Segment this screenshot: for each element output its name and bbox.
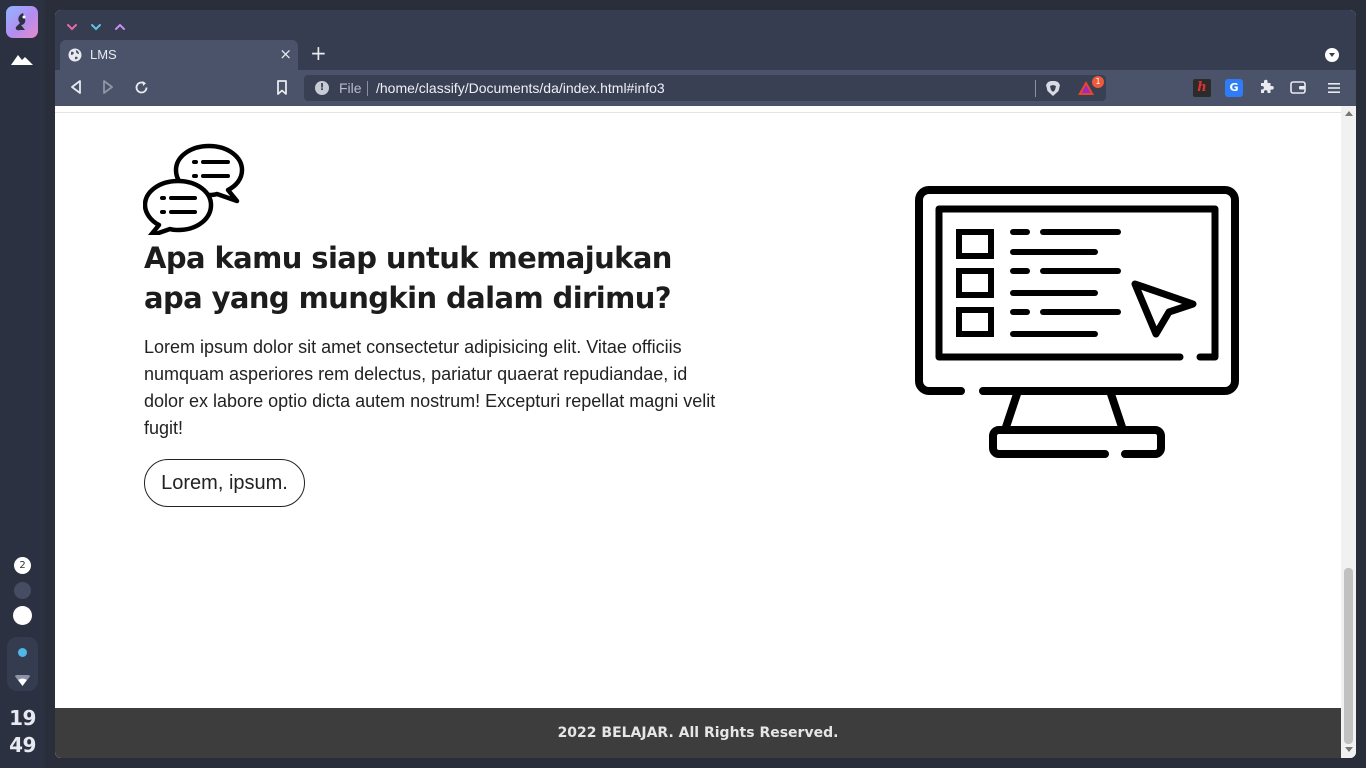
workspace-2-indicator[interactable]: 2: [14, 557, 31, 574]
maximize-icon[interactable]: [90, 19, 102, 37]
info-icon[interactable]: !: [315, 81, 329, 95]
extensions-icon[interactable]: [1258, 79, 1274, 100]
forward-icon[interactable]: [102, 80, 114, 99]
scroll-down-arrow[interactable]: [1345, 747, 1353, 752]
chat-bubbles-icon: [142, 143, 245, 240]
url-scheme-label: File: [339, 80, 362, 96]
menu-icon[interactable]: [1328, 81, 1340, 99]
bookmark-icon[interactable]: [276, 80, 288, 100]
workspace-indicator[interactable]: [14, 582, 31, 599]
title-bar: LMS × +: [55, 10, 1356, 70]
new-tab-button[interactable]: +: [310, 43, 327, 63]
monitor-illustration: [915, 186, 1239, 466]
reload-icon[interactable]: [134, 80, 149, 100]
url-separator: [367, 81, 368, 96]
tab-lms[interactable]: LMS ×: [60, 40, 298, 70]
address-bar[interactable]: ! File /home/classify/Documents/da/index…: [304, 75, 1106, 101]
wallet-icon[interactable]: [1290, 80, 1306, 100]
navigation-toolbar: ! File /home/classify/Documents/da/index…: [55, 70, 1356, 106]
minimize-icon[interactable]: [66, 19, 78, 37]
wifi-icon[interactable]: [15, 673, 30, 691]
notification-dot: [18, 648, 27, 657]
restore-icon[interactable]: [114, 19, 126, 37]
close-tab-button[interactable]: ×: [279, 45, 292, 63]
translate-extension-icon[interactable]: G: [1225, 79, 1243, 97]
section-divider: [55, 112, 1341, 113]
page-footer: 2022 BELAJAR. All Rights Reserved.: [55, 708, 1341, 758]
clock-minute: 49: [9, 733, 36, 757]
url-text[interactable]: /home/classify/Documents/da/index.html#i…: [376, 80, 665, 96]
globe-icon: [68, 48, 82, 67]
mountain-icon[interactable]: [11, 52, 33, 71]
rewards-badge: 1: [1092, 76, 1104, 88]
scroll-up-arrow[interactable]: [1345, 111, 1353, 116]
extension-h-icon[interactable]: h: [1193, 79, 1211, 97]
page-viewport: Apa kamu siap untuk memajukan apa yang m…: [55, 106, 1341, 758]
desktop-sidebar: 2 19 49: [0, 0, 45, 768]
app-launcher-icon[interactable]: [6, 6, 38, 38]
browser-window: LMS × + ! File /home/classify/Documents/…: [55, 10, 1356, 758]
back-icon[interactable]: [70, 80, 82, 99]
system-tray[interactable]: [7, 637, 38, 691]
section-headline: Apa kamu siap untuk memajukan apa yang m…: [144, 241, 672, 315]
clock-hour: 19: [9, 706, 36, 730]
lorem-ipsum-button[interactable]: Lorem, ipsum.: [144, 459, 305, 507]
section-paragraph: Lorem ipsum dolor sit amet consectetur a…: [144, 337, 716, 438]
footer-copyright: 2022 BELAJAR. All Rights Reserved.: [557, 725, 839, 741]
page-scrollbar[interactable]: [1341, 106, 1356, 758]
tab-title: LMS: [90, 47, 117, 62]
url-divider: [1035, 80, 1036, 97]
brave-shield-icon[interactable]: [1045, 80, 1061, 102]
workspace-active-indicator[interactable]: [13, 606, 32, 625]
workspace-number: 2: [19, 560, 26, 571]
scrollbar-thumb[interactable]: [1344, 568, 1353, 744]
tab-list-icon[interactable]: [1325, 48, 1339, 62]
